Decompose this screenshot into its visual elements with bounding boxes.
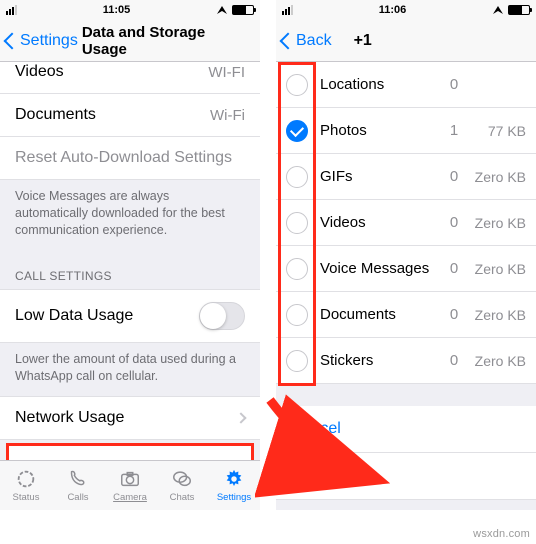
nav-bar: Back +1: [276, 20, 536, 62]
row-count: 0: [442, 260, 466, 277]
row-count: 0: [442, 306, 466, 323]
row-count: 0: [442, 214, 466, 231]
row-count: 0: [442, 168, 466, 185]
signal-icon: [282, 5, 293, 15]
media-row-locations[interactable]: Locations0: [276, 62, 536, 108]
row-label: Videos: [320, 214, 442, 231]
cancel-button[interactable]: Cancel: [276, 406, 536, 453]
row-storage-usage[interactable]: Storage Usage: [9, 446, 251, 460]
label: Low Data Usage: [15, 307, 133, 325]
row-label: GIFs: [320, 168, 442, 185]
row-label: Documents: [320, 306, 442, 323]
label: Reset Auto-Download Settings: [15, 149, 232, 167]
row-network-usage[interactable]: Network Usage: [0, 396, 260, 440]
location-icon: [492, 5, 504, 15]
row-count: 1: [442, 122, 466, 139]
phone-icon: [66, 468, 90, 490]
media-row-videos[interactable]: Videos0Zero KB: [276, 200, 536, 246]
back-label: Back: [296, 32, 332, 50]
back-label: Settings: [20, 32, 78, 50]
tab-bar: Status Calls Camera Chats Settings: [0, 460, 260, 510]
media-row-gifs[interactable]: GIFs0Zero KB: [276, 154, 536, 200]
row-label: Locations: [320, 76, 442, 93]
chevron-left-icon: [280, 32, 297, 49]
camera-icon: [118, 468, 142, 490]
radio-button[interactable]: [286, 166, 308, 188]
watermark: wsxdn.com: [473, 528, 530, 540]
nav-title: +1: [354, 32, 372, 50]
row-label: Stickers: [320, 352, 442, 369]
left-screen: 11:05 Settings Data and Storage Usage Vi…: [0, 0, 260, 510]
value: WI-FI: [208, 64, 245, 81]
row-documents[interactable]: Documents Wi-Fi: [0, 94, 260, 137]
chevron-left-icon: [4, 32, 21, 49]
battery-icon: [508, 5, 530, 15]
signal-icon: [6, 5, 17, 15]
radio-button[interactable]: [286, 74, 308, 96]
tab-camera[interactable]: Camera: [104, 461, 156, 510]
row-label: Voice Messages: [320, 260, 442, 277]
low-data-note: Lower the amount of data used during a W…: [0, 343, 260, 397]
clear-button[interactable]: Clear: [276, 453, 536, 500]
status-time: 11:05: [103, 4, 131, 16]
media-row-stickers[interactable]: Stickers0Zero KB: [276, 338, 536, 384]
voice-messages-note: Voice Messages are always automatically …: [0, 180, 260, 251]
low-data-toggle[interactable]: [199, 302, 245, 330]
row-low-data-usage[interactable]: Low Data Usage: [0, 289, 260, 343]
status-bar: 11:05: [0, 0, 260, 20]
label: Videos: [15, 63, 64, 81]
chats-icon: [170, 468, 194, 490]
label: Network Usage: [15, 409, 124, 427]
media-row-voice-messages[interactable]: Voice Messages0Zero KB: [276, 246, 536, 292]
radio-button[interactable]: [286, 212, 308, 234]
row-size: 77 KB: [466, 123, 536, 139]
location-icon: [216, 5, 228, 15]
media-row-photos[interactable]: Photos177 KB: [276, 108, 536, 154]
status-icon: [14, 468, 38, 490]
radio-button[interactable]: [286, 120, 308, 142]
row-size: Zero KB: [466, 169, 536, 185]
gear-icon: [222, 468, 246, 490]
back-button[interactable]: Back: [282, 32, 332, 50]
tab-calls[interactable]: Calls: [52, 461, 104, 510]
nav-bar: Settings Data and Storage Usage: [0, 20, 260, 62]
row-count: 0: [442, 76, 466, 93]
tab-settings[interactable]: Settings: [208, 461, 260, 510]
row-size: Zero KB: [466, 353, 536, 369]
right-screen: 11:06 Back +1 Locations0Photos177 KBGIFs…: [276, 0, 536, 510]
row-reset-auto-download[interactable]: Reset Auto-Download Settings: [0, 137, 260, 180]
tab-chats[interactable]: Chats: [156, 461, 208, 510]
row-size: Zero KB: [466, 307, 536, 323]
chevron-right-icon: [235, 413, 246, 424]
row-size: Zero KB: [466, 261, 536, 277]
back-button[interactable]: Settings: [6, 32, 78, 50]
label: Documents: [15, 106, 96, 124]
media-row-documents[interactable]: Documents0Zero KB: [276, 292, 536, 338]
row-label: Photos: [320, 122, 442, 139]
nav-title: Data and Storage Usage: [82, 24, 254, 58]
radio-button[interactable]: [286, 350, 308, 372]
tab-status[interactable]: Status: [0, 461, 52, 510]
section-header-call-settings: CALL SETTINGS: [0, 251, 260, 289]
battery-icon: [232, 5, 254, 15]
highlight-storage-usage: Storage Usage: [6, 443, 254, 460]
status-time: 11:06: [379, 4, 407, 16]
radio-button[interactable]: [286, 258, 308, 280]
row-count: 0: [442, 352, 466, 369]
status-bar: 11:06: [276, 0, 536, 20]
row-size: Zero KB: [466, 215, 536, 231]
row-videos[interactable]: Videos WI-FI: [0, 62, 260, 94]
radio-button[interactable]: [286, 304, 308, 326]
value: Wi-Fi: [210, 107, 245, 124]
